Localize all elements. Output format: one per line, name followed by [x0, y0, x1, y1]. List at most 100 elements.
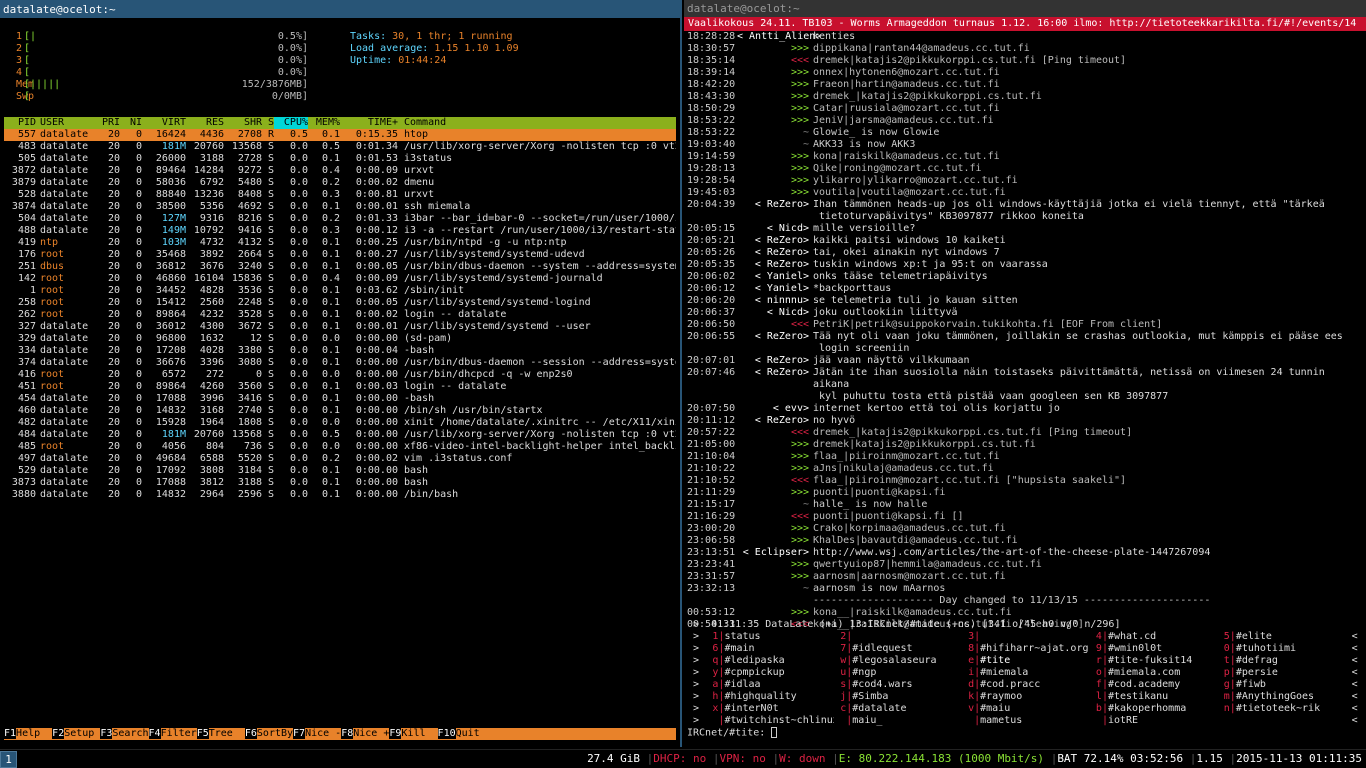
window-entry[interactable]: d|#cod.pracc: [962, 679, 1090, 691]
irc-input-line[interactable]: IRCnet/#tite:: [687, 727, 778, 740]
fkey-f5-button[interactable]: F5Tree: [196, 728, 245, 740]
window-entry[interactable]: |iotRE: [1090, 715, 1218, 727]
window-entry[interactable]: s|#cod4.wars: [834, 679, 962, 691]
process-row[interactable]: 482 datalate 20 0 15928 1964 1808 S 0.0 0.0 0:00.0…: [4, 417, 676, 429]
column-header-nice[interactable]: NI: [120, 117, 142, 129]
window-entry[interactable]: 2|: [834, 631, 962, 643]
irc-terminal-window[interactable]: datalate@ocelot:~ Vaalikokous 24.11. TB1…: [684, 0, 1366, 747]
window-entry[interactable]: 7|#idlequest: [834, 643, 962, 655]
column-header-cpu[interactable]: CPU%: [274, 117, 308, 129]
fkey-f9-button[interactable]: F9Kill: [389, 728, 437, 740]
window-entry[interactable]: c|#datalate: [834, 703, 962, 715]
process-row[interactable]: 485 root 20 0 4056 804 736 S 0.0 0.0 0:00.00 xf86-v…: [4, 441, 676, 453]
window-entry[interactable]: w|#legosalaseura: [834, 655, 962, 667]
window-entry[interactable]: |mametus: [962, 715, 1090, 727]
window-entry[interactable]: p|#persie: [1218, 667, 1346, 679]
window-entry[interactable]: q|#ledipaska: [706, 655, 834, 667]
process-row[interactable]: 497 datalate 20 0 49684 6588 5520 S 0.0 0.2 0:00.0…: [4, 453, 676, 465]
window-entry[interactable]: a|#idlaa: [706, 679, 834, 691]
column-header-time[interactable]: TIME+: [340, 117, 398, 129]
process-row[interactable]: 334 datalate 20 0 17208 4028 3380 S 0.0 0.1 0:00.0…: [4, 345, 676, 357]
fkey-f10-button[interactable]: F10Quit: [437, 728, 480, 740]
process-row[interactable]: 327 datalate 20 0 36012 4300 3672 S 0.0 0.1 0:00.0…: [4, 321, 676, 333]
window-entry[interactable]: 1|status: [706, 631, 834, 643]
window-entry[interactable]: u|#ngp: [834, 667, 962, 679]
process-row[interactable]: 454 datalate 20 0 17088 3996 3416 S 0.0 0.1 0:00.0…: [4, 393, 676, 405]
window-entry[interactable]: i|#miemala: [962, 667, 1090, 679]
window-entry[interactable]: |#twitchinst~chlinux: [706, 715, 834, 727]
fkey-f1-button[interactable]: F1Help: [4, 728, 52, 740]
fkey-f6-button[interactable]: F6SortBy: [244, 728, 293, 740]
fkey-f8-button[interactable]: F8Nice +: [341, 728, 389, 740]
window-entry[interactable]: 5|#elite: [1218, 631, 1346, 643]
column-header-user[interactable]: USER: [36, 117, 96, 129]
window-entry[interactable]: f|#cod.academy: [1090, 679, 1218, 691]
fkey-f2-button[interactable]: F2Setup: [52, 728, 100, 740]
process-row[interactable]: 3872 datalate 20 0 89464 14284 9272 S 0.0 0.4 0:00…: [4, 165, 676, 177]
process-row[interactable]: 251 dbus 20 0 36812 3676 3240 S 0.0 0.1 0:00.05/us…: [4, 261, 676, 273]
column-header-priority[interactable]: PRI: [96, 117, 120, 129]
fkey-f7-button[interactable]: F7Nice -: [293, 728, 341, 740]
process-row[interactable]: 504 datalate 20 0 127M 9316 8216 S 0.0 0.2 0:01.33…: [4, 213, 676, 225]
window-entry[interactable]: 8|#hifiharr~ajat.org: [962, 643, 1090, 655]
window-entry[interactable]: y|#cpmpickup: [706, 667, 834, 679]
htop-terminal-window[interactable]: datalate@ocelot:~ 1 0.5%] [| 2 0.0%] [3 0.0%] […: [0, 0, 682, 747]
window-entry[interactable]: v|#maiu: [962, 703, 1090, 715]
process-table-header[interactable]: PID USER PRI NI VIRT RES SHR S CPU% MEM% TIME+ Comm…: [4, 117, 676, 129]
process-row[interactable]: 258 root 20 0 15412 2560 2248 S 0.0 0.1 0:00.05/us…: [4, 297, 676, 309]
window-entry[interactable]: 4|#what.cd: [1090, 631, 1218, 643]
column-header-shr[interactable]: SHR: [224, 117, 262, 129]
window-entry[interactable]: e|#tite: [962, 655, 1090, 667]
window-title[interactable]: datalate@ocelot:~: [0, 1, 680, 18]
window-entry[interactable]: b|#kakoperhomma: [1090, 703, 1218, 715]
window-entry[interactable]: 3|: [962, 631, 1090, 643]
process-row[interactable]: 176 root 20 0 35468 3892 2664 S 0.0 0.1 0:00.27/us…: [4, 249, 676, 261]
window-entry[interactable]: r|#tite-fuksit14: [1090, 655, 1218, 667]
window-entry[interactable]: j|#Simba: [834, 691, 962, 703]
column-header-virt[interactable]: VIRT: [142, 117, 186, 129]
workspace-button-1[interactable]: 1: [0, 751, 17, 768]
fkey-f3-button[interactable]: F3Search: [100, 728, 149, 740]
process-row[interactable]: 3874 datalate 20 0 38500 5356 4692 S 0.0 0.1 0:00.…: [4, 201, 676, 213]
window-entry[interactable]: l|#testikanu: [1090, 691, 1218, 703]
column-header-command[interactable]: Command: [398, 117, 676, 129]
process-row[interactable]: 557 datalate 20 0 16424 4436 2708 R 0.5 0.1 0:15.3…: [4, 129, 676, 141]
process-list[interactable]: 557 datalate 20 0 16424 4436 2708 R 0.5 0.1 0:15.3…: [4, 129, 676, 501]
window-entry[interactable]: m|#AnythingGoes: [1218, 691, 1346, 703]
window-entry[interactable]: 0|#tuhotiimi: [1218, 643, 1346, 655]
window-entry[interactable]: k|#raymoo: [962, 691, 1090, 703]
process-row[interactable]: 416 root 20 0 6572 272 0 S 0.0 0.0 0:00.00/usr/bin…: [4, 369, 676, 381]
window-entry[interactable]: 6|#main: [706, 643, 834, 655]
window-entry[interactable]: |maiu_: [834, 715, 962, 727]
process-row[interactable]: 419 ntp 20 0 103M 4732 4132 S 0.0 0.1 0:00.25/usr/…: [4, 237, 676, 249]
window-entry[interactable]: 9|#wmin0l0t: [1090, 643, 1218, 655]
process-row[interactable]: 529 datalate 20 0 17092 3808 3184 S 0.0 0.1 0:00.0…: [4, 465, 676, 477]
fkey-f4-button[interactable]: F4Filter: [148, 728, 197, 740]
process-row[interactable]: 3873 datalate 20 0 17088 3812 3188 S 0.0 0.1 0:00.…: [4, 477, 676, 489]
column-header-mem[interactable]: MEM%: [308, 117, 340, 129]
process-row[interactable]: 528 datalate 20 0 88840 13236 8408 S 0.0 0.3 0:00.…: [4, 189, 676, 201]
process-row[interactable]: 451 root 20 0 89864 4260 3560 S 0.0 0.1 0:00.03 log…: [4, 381, 676, 393]
process-row[interactable]: 483 datalate 20 0 181M 20760 13568 S 0.0 0.5 0:01.…: [4, 141, 676, 153]
window-entry[interactable]: x|#interN0t: [706, 703, 834, 715]
column-header-state[interactable]: S: [262, 117, 274, 129]
window-entry[interactable]: [1218, 715, 1346, 727]
process-row[interactable]: 1 root 20 0 34452 4828 3536 S 0.0 0.1 0:03.62/sbin…: [4, 285, 676, 297]
window-entry[interactable]: t|#defrag: [1218, 655, 1346, 667]
process-row[interactable]: 505 datalate 20 0 26000 3188 2728 S 0.0 0.1 0:01.5…: [4, 153, 676, 165]
process-row[interactable]: 460 datalate 20 0 14832 3168 2740 S 0.0 0.1 0:00.0…: [4, 405, 676, 417]
process-row[interactable]: 3880 datalate 20 0 14832 2964 2596 S 0.0 0.1 0:00.…: [4, 489, 676, 501]
window-entry[interactable]: o|#miemala.com: [1090, 667, 1218, 679]
process-row[interactable]: 374 datalate 20 0 36676 3396 3080 S 0.0 0.1 0:00.0…: [4, 357, 676, 369]
process-row[interactable]: 142 root 20 0 46860 16104 15836 S 0.0 0.4 0:00.09 /…: [4, 273, 676, 285]
process-row[interactable]: 3879 datalate 20 0 58036 6792 5480 S 0.0 0.2 0:00.…: [4, 177, 676, 189]
window-entry[interactable]: h|#highquality: [706, 691, 834, 703]
process-row[interactable]: 329 datalate 20 0 96800 1632 12 S 0.0 0.0 0:00.00 (…: [4, 333, 676, 345]
window-title[interactable]: datalate@ocelot:~: [684, 0, 1366, 17]
window-entry[interactable]: g|#fiwb: [1218, 679, 1346, 691]
window-entry[interactable]: n|#tietoteek~rik: [1218, 703, 1346, 715]
process-row[interactable]: 262 root 20 0 89864 4232 3528 S 0.0 0.1 0:00.02 log…: [4, 309, 676, 321]
process-row[interactable]: 488 datalate 20 0 149M 10792 9416 S 0.0 0.3 0:00.1…: [4, 225, 676, 237]
column-header-pid[interactable]: PID: [4, 117, 36, 129]
column-header-res[interactable]: RES: [186, 117, 224, 129]
